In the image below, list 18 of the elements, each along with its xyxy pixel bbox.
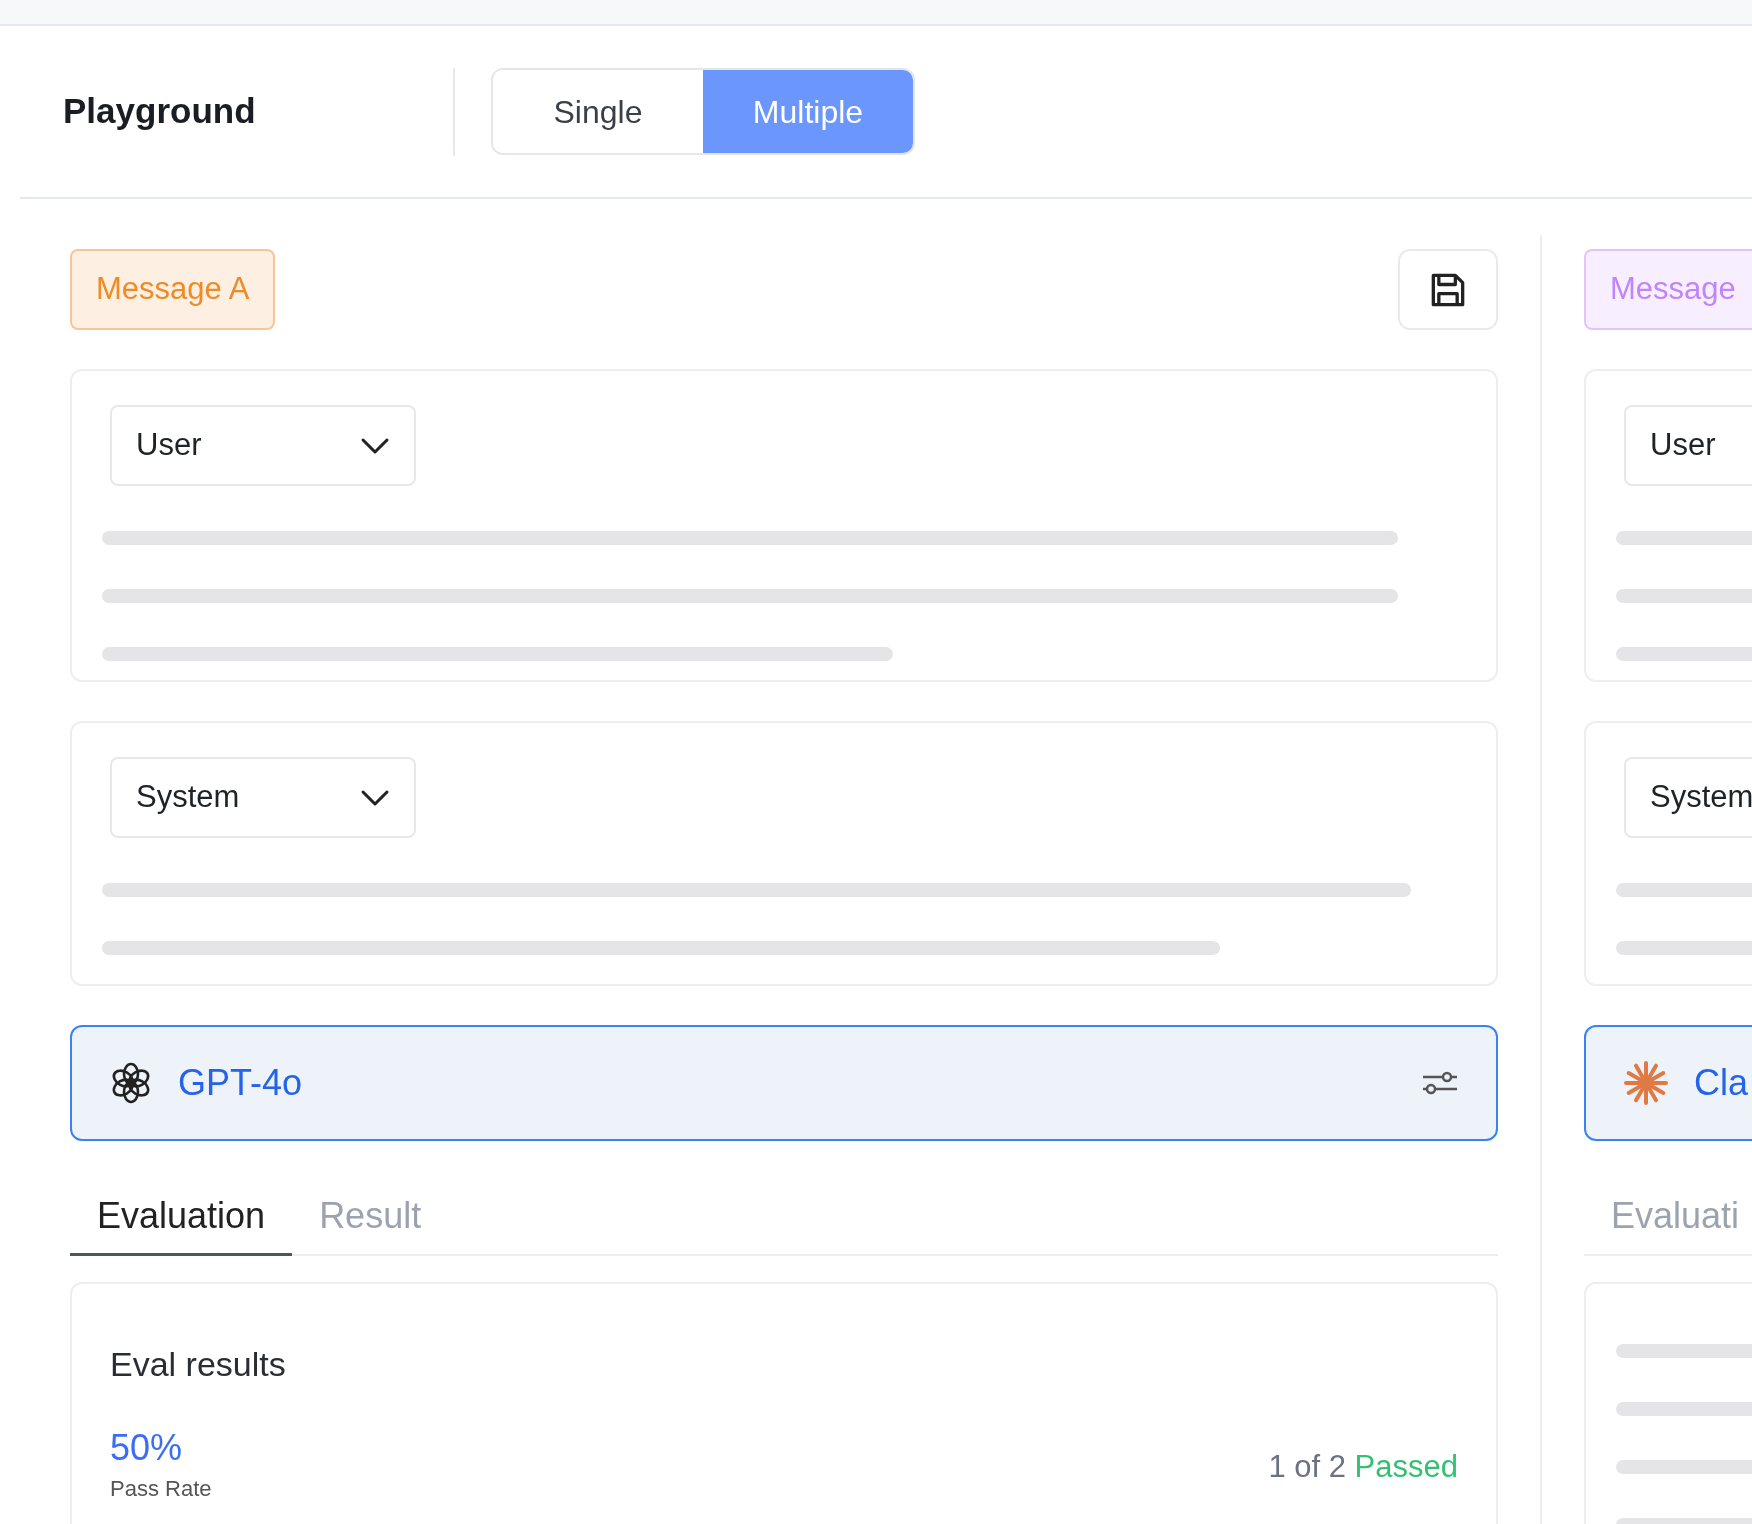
role-dropdown[interactable]: System [1624,757,1752,838]
save-button[interactable] [1398,249,1498,330]
page-title: Playground [63,90,257,133]
chevron-down-icon [360,436,390,455]
pass-rate-value: 50% [110,1428,184,1468]
message-badge: Message [1584,249,1752,330]
model-selector[interactable]: Cla [1584,1025,1752,1141]
role-dropdown[interactable]: System [110,757,416,838]
starburst-icon [1622,1059,1670,1107]
pass-summary: 1 of 2 Passed [1268,1447,1458,1486]
pass-rate-label: Pass Rate [110,1476,212,1502]
tab[interactable]: Evaluation [70,1179,293,1256]
role-dropdown[interactable]: User [110,405,416,486]
eval-title: Eval results [110,1344,287,1384]
role-dropdown[interactable]: User [1624,405,1752,486]
model-selector[interactable]: GPT-4o [70,1025,1498,1141]
message-badge: Message A [70,249,276,330]
chevron-down-icon [360,788,390,807]
